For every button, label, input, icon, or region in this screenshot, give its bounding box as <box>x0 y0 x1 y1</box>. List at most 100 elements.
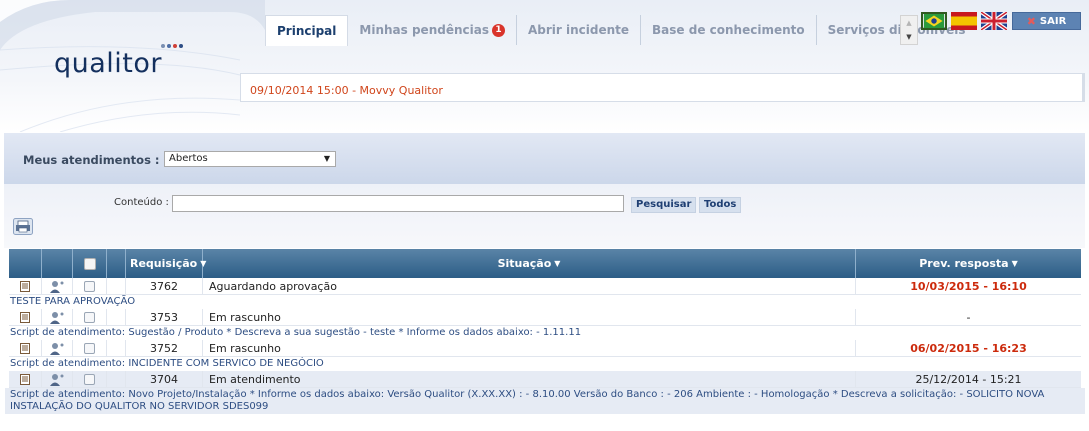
nav-scroll-buttons: ▲ ▼ <box>900 15 918 45</box>
row-checkbox[interactable] <box>84 281 95 292</box>
cell-user <box>42 340 73 357</box>
cell-situacao: Aguardando aprovação <box>203 278 856 295</box>
row-description[interactable]: Script de atendimento: INCIDENTE COM SER… <box>5 357 1085 371</box>
logout-button[interactable]: ✖ SAIR <box>1012 12 1081 30</box>
sort-caret-icon: ▼ <box>554 259 561 268</box>
close-icon: ✖ <box>1026 14 1036 28</box>
tab-base-conhecimento[interactable]: Base de conhecimento <box>641 15 817 45</box>
row-checkbox[interactable] <box>84 312 95 323</box>
document-icon[interactable] <box>20 312 30 323</box>
cell-requisicao: 3752 <box>126 340 203 357</box>
cell-blank <box>107 371 126 388</box>
row-description[interactable]: Script de atendimento: Novo Projeto/Inst… <box>5 388 1085 414</box>
user-attendant-icon[interactable] <box>49 280 65 294</box>
pending-count-badge: 1 <box>491 23 505 37</box>
todos-button[interactable]: Todos <box>699 197 742 213</box>
cell-doc <box>9 278 42 295</box>
tab-abrir-incidente[interactable]: Abrir incidente <box>517 15 642 45</box>
brazil-flag-icon[interactable] <box>921 12 947 30</box>
user-attendant-icon[interactable] <box>49 342 65 356</box>
prev-resposta-text: - <box>966 311 971 324</box>
cell-situacao: Em atendimento <box>203 371 856 388</box>
document-icon[interactable] <box>20 374 30 385</box>
document-icon[interactable] <box>20 343 30 354</box>
col-blank <box>107 249 126 278</box>
logout-label: SAIR <box>1039 15 1067 27</box>
requisicao-number: 3762 <box>150 280 178 293</box>
tab-label: Abrir incidente <box>527 23 630 37</box>
print-icon[interactable] <box>13 218 33 235</box>
row-description[interactable]: Script de atendimento: Sugestão / Produt… <box>5 326 1085 340</box>
cell-select <box>73 309 107 326</box>
cell-select <box>73 371 107 388</box>
pesquisar-button[interactable]: Pesquisar <box>631 197 697 213</box>
tab-label: Principal <box>277 24 337 38</box>
dropdown-arrow-icon: ▼ <box>323 154 330 163</box>
cell-user <box>42 309 73 326</box>
user-attendant-icon[interactable] <box>49 311 65 325</box>
cell-requisicao: 3753 <box>126 309 203 326</box>
cell-blank <box>107 309 126 326</box>
cell-prev-resposta: 25/12/2014 - 15:21 <box>856 371 1081 388</box>
col-icon-2 <box>42 249 73 278</box>
row-checkbox[interactable] <box>84 374 95 385</box>
cell-situacao: Em rascunho <box>203 340 856 357</box>
situacao-text: Aguardando aprovação <box>209 280 337 293</box>
select-all-checkbox[interactable] <box>83 257 96 270</box>
prev-resposta-text: 10/03/2015 - 16:10 <box>910 280 1027 293</box>
tab-label: Base de conhecimento <box>652 23 805 37</box>
notice-box: 09/10/2014 15:00 - Movvy Qualitor <box>240 73 1085 102</box>
cell-requisicao: 3762 <box>126 278 203 295</box>
table-row[interactable]: 3762 Aguardando aprovação 10/03/2015 - 16:… <box>9 278 1081 295</box>
spain-flag-icon[interactable] <box>951 12 977 30</box>
prev-resposta-text: 25/12/2014 - 15:21 <box>915 373 1022 386</box>
requisicao-number: 3752 <box>150 342 178 355</box>
table-row[interactable]: 3753 Em rascunho - <box>9 309 1081 326</box>
situacao-text: Em rascunho <box>209 311 281 324</box>
cell-situacao: Em rascunho <box>203 309 856 326</box>
conteudo-input[interactable] <box>172 195 624 212</box>
status-filter-select[interactable]: Abertos ▼ <box>164 151 336 167</box>
document-icon[interactable] <box>20 281 30 292</box>
logo-text: qualitor <box>54 48 163 79</box>
col-situacao-label: Situação <box>497 257 552 270</box>
notice-text: 09/10/2014 15:00 - Movvy Qualitor <box>250 84 443 97</box>
table-body: 3762 Aguardando aprovação 10/03/2015 - 16:… <box>5 278 1085 414</box>
cell-prev-resposta: - <box>856 309 1081 326</box>
tab-principal[interactable]: Principal <box>265 15 349 46</box>
cell-select <box>73 278 107 295</box>
table-header: Requisição ▼ Situação ▼ Prev. resposta ▼ <box>9 249 1081 278</box>
cell-blank <box>107 340 126 357</box>
requisicao-number: 3753 <box>150 311 178 324</box>
row-description[interactable]: TESTE PARA APROVAÇÃO <box>5 295 1085 309</box>
prev-resposta-text: 06/02/2015 - 16:23 <box>910 342 1027 355</box>
tab-minhas-pendencias[interactable]: Minhas pendências 1 <box>348 15 517 45</box>
user-attendant-icon[interactable] <box>49 373 65 387</box>
logo-dots-icon <box>161 44 183 48</box>
header-top-curve <box>0 0 265 50</box>
meus-atendimentos-label: Meus atendimentos : <box>23 153 160 167</box>
uk-flag-icon[interactable] <box>981 12 1007 30</box>
col-situacao[interactable]: Situação ▼ <box>203 249 856 278</box>
table-row[interactable]: 3752 Em rascunho 06/02/2015 - 16:23 <box>9 340 1081 357</box>
cell-requisicao: 3704 <box>126 371 203 388</box>
nav-scroll-up-icon[interactable]: ▲ <box>901 16 917 30</box>
col-requisicao[interactable]: Requisição ▼ <box>126 249 206 278</box>
cell-doc <box>9 340 42 357</box>
cell-blank <box>107 278 126 295</box>
qualitor-logo: qualitor <box>54 44 183 79</box>
table-row[interactable]: 3704 Em atendimento 25/12/2014 - 15:21 <box>9 371 1081 388</box>
cell-prev-resposta: 06/02/2015 - 16:23 <box>856 340 1081 357</box>
cell-user <box>42 278 73 295</box>
status-filter-value: Abertos <box>169 153 208 164</box>
nav-scroll-down-icon[interactable]: ▼ <box>901 30 917 44</box>
atendimentos-table: Requisição ▼ Situação ▼ Prev. resposta ▼ 37… <box>5 249 1085 414</box>
cell-doc <box>9 309 42 326</box>
cell-select <box>73 340 107 357</box>
situacao-text: Em atendimento <box>209 373 301 386</box>
row-checkbox[interactable] <box>84 343 95 354</box>
situacao-text: Em rascunho <box>209 342 281 355</box>
col-prev-resposta-label: Prev. resposta <box>919 257 1009 270</box>
col-icon-1 <box>9 249 42 278</box>
col-prev-resposta[interactable]: Prev. resposta ▼ <box>856 249 1081 278</box>
